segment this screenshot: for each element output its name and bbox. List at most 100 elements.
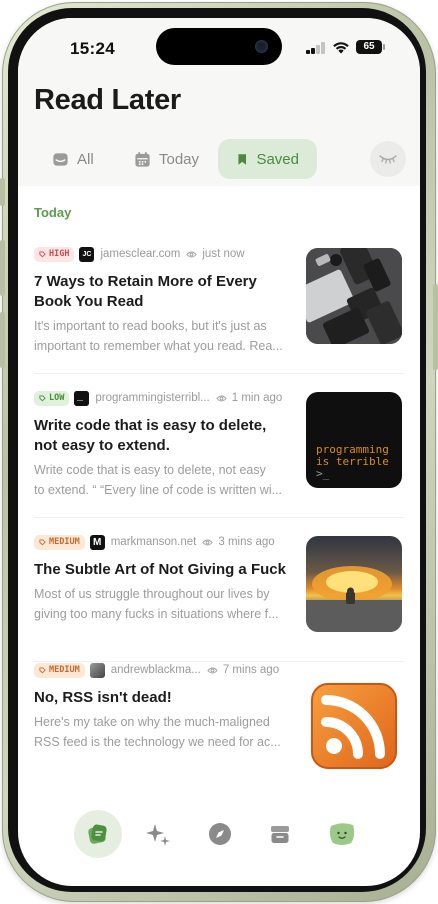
saved-time: just now <box>202 248 245 260</box>
hide-read-button[interactable] <box>370 141 406 177</box>
page-title: Read Later <box>34 84 181 116</box>
article-excerpt: Most of us struggle throughout our lives… <box>34 584 298 624</box>
excerpt-line: Here's my take on why the much-maligned <box>34 715 270 729</box>
article-title: The Subtle Art of Not Giving a Fuck <box>34 561 286 578</box>
tag-icon <box>39 394 46 401</box>
priority-label: LOW <box>49 393 65 403</box>
tab-all[interactable]: All <box>34 139 112 179</box>
tag-icon <box>39 666 46 673</box>
site-favicon: M <box>89 534 105 550</box>
explosion-dog-photo <box>306 566 402 632</box>
priority-badge: MEDIUM <box>34 534 85 550</box>
tab-all-label: All <box>77 150 94 168</box>
priority-badge: LOW <box>34 390 70 406</box>
filter-tabs: All Today Saved <box>32 139 406 179</box>
tab-today[interactable]: Today <box>116 139 217 179</box>
nav-archive[interactable] <box>256 810 304 858</box>
tab-saved-label: Saved <box>256 150 299 168</box>
thumb-line: >_ <box>316 467 330 480</box>
priority-label: HIGH <box>49 249 70 259</box>
article-card[interactable]: HIGH JC jamesclear.com just now 7 Ways t… <box>34 246 404 356</box>
tab-today-label: Today <box>159 150 200 168</box>
saved-time: 7 mins ago <box>222 664 280 676</box>
nav-discover[interactable] <box>134 810 182 858</box>
read-later-icon <box>88 824 107 844</box>
sparkles-icon <box>146 824 170 846</box>
section-heading-today: Today <box>34 205 72 220</box>
site-name: andrewblackma... <box>110 664 201 676</box>
bottom-navigation <box>70 810 370 862</box>
divider <box>34 373 404 374</box>
tray-icon <box>53 152 68 166</box>
calendar-icon <box>135 151 150 167</box>
article-card[interactable]: MEDIUM andrewblackma... 7 mins ago No, R… <box>34 662 404 772</box>
article-meta: MEDIUM andrewblackma... 7 mins ago <box>34 662 279 678</box>
article-thumbnail <box>306 248 402 344</box>
excerpt-line: to extend. “ “Every line of code is writ… <box>34 483 283 497</box>
priority-badge: HIGH <box>34 246 75 262</box>
site-name: programmingisterribl... <box>95 392 210 404</box>
article-title: 7 Ways to Retain More of Every Book You … <box>34 273 257 310</box>
battery-cap <box>383 44 385 50</box>
nav-explore[interactable] <box>196 810 244 858</box>
excerpt-line: RSS feed is the technology we need for a… <box>34 735 281 749</box>
eye-icon <box>186 251 198 257</box>
desk-photo <box>306 248 402 344</box>
excerpt-line: Write code that is easy to delete, not e… <box>34 463 266 477</box>
priority-label: MEDIUM <box>49 537 80 547</box>
site-name: jamesclear.com <box>100 248 181 260</box>
eye-icon <box>202 539 214 545</box>
site-name: markmanson.net <box>110 536 197 548</box>
article-meta: HIGH JC jamesclear.com just now <box>34 246 245 262</box>
nav-read-later[interactable] <box>74 810 122 858</box>
rss-icon <box>310 682 398 770</box>
volume-up-button <box>0 240 5 296</box>
article-title: No, RSS isn't dead! <box>34 689 172 706</box>
article-excerpt: Write code that is easy to delete, not e… <box>34 460 298 500</box>
priority-badge: MEDIUM <box>34 662 85 678</box>
article-excerpt: It's important to read books, but it's j… <box>34 316 298 356</box>
article-thumbnail: programming is terrible >_ <box>306 392 402 488</box>
divider <box>34 517 404 518</box>
eye-closed-icon <box>379 155 397 164</box>
article-card[interactable]: LOW programmingisterribl... 1 min ago Wr… <box>34 390 404 500</box>
article-excerpt: Here's my take on why the much-maligned … <box>34 712 298 752</box>
compass-icon <box>209 823 231 845</box>
excerpt-line: Most of us struggle throughout our lives… <box>34 587 270 601</box>
cellular-signal-icon <box>306 42 326 54</box>
article-thumbnail <box>306 536 402 632</box>
front-camera <box>255 40 268 53</box>
excerpt-line: important to remember what you read. Rea… <box>34 339 283 353</box>
excerpt-line: It's important to read books, but it's j… <box>34 319 267 333</box>
avatar-blob-icon <box>329 823 355 845</box>
site-favicon <box>89 662 105 678</box>
battery-indicator: 65 <box>356 40 382 54</box>
excerpt-line: giving too many fucks in situations wher… <box>34 607 279 621</box>
tag-icon <box>39 538 46 545</box>
article-card[interactable]: MEDIUM M markmanson.net 3 mins ago The S… <box>34 534 404 644</box>
volume-down-button <box>0 312 5 368</box>
tag-icon <box>39 250 46 257</box>
tab-saved[interactable]: Saved <box>218 139 317 179</box>
thumbnail-text: programming is terrible >_ <box>316 444 389 480</box>
status-time: 15:24 <box>70 39 115 58</box>
archive-icon <box>271 826 289 843</box>
article-meta: LOW programmingisterribl... 1 min ago <box>34 390 282 406</box>
dynamic-island <box>156 28 282 65</box>
nav-profile[interactable] <box>318 810 366 858</box>
site-favicon: JC <box>79 246 95 262</box>
saved-time: 1 min ago <box>231 392 283 404</box>
wifi-icon <box>333 42 349 54</box>
article-meta: MEDIUM M markmanson.net 3 mins ago <box>34 534 275 550</box>
saved-time: 3 mins ago <box>218 536 275 548</box>
article-title: Write code that is easy to delete, not e… <box>34 417 267 454</box>
app-screen: 15:24 65 Read Later All Today Saved Toda… <box>18 18 420 886</box>
site-favicon <box>74 390 90 406</box>
eye-icon <box>216 395 227 401</box>
action-button <box>0 178 5 206</box>
eye-icon <box>207 667 218 673</box>
power-button <box>433 284 438 370</box>
priority-label: MEDIUM <box>49 665 80 675</box>
bookmark-icon <box>238 153 247 165</box>
status-bar: 15:24 65 <box>18 18 420 78</box>
